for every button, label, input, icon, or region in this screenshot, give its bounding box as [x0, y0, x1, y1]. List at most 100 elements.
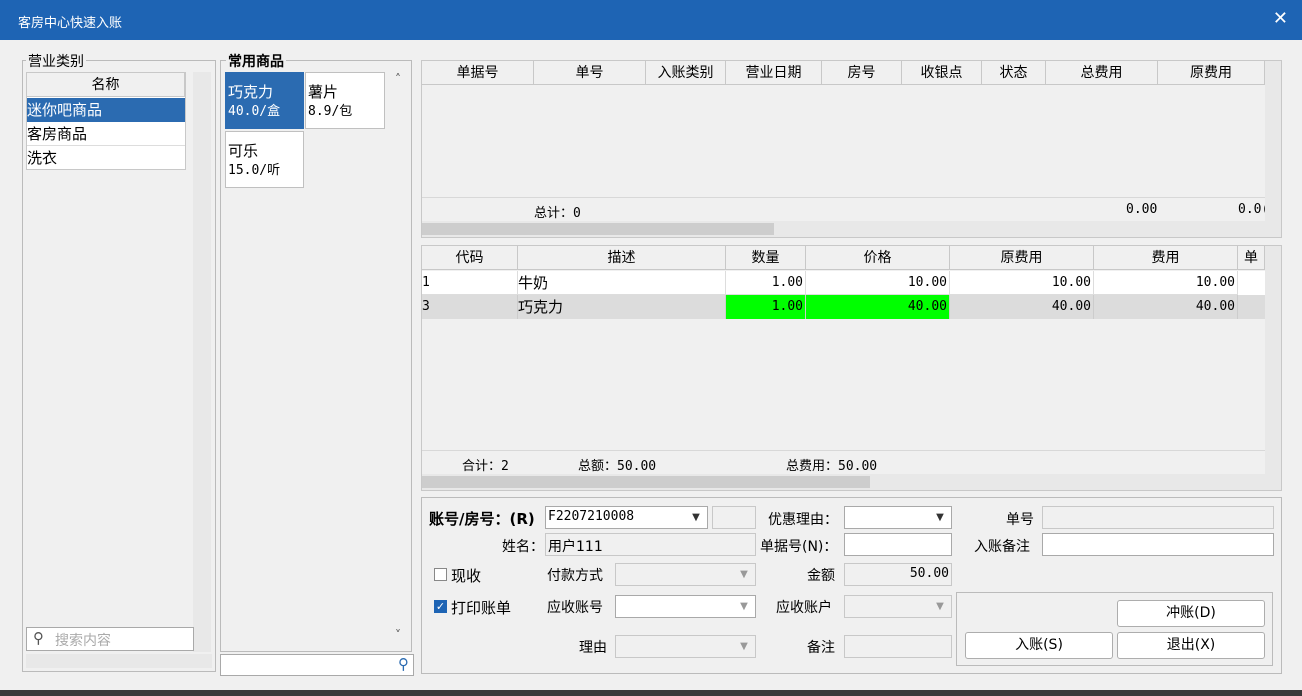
- remark-label: 入账备注: [974, 539, 1030, 555]
- items-hscrollbar[interactable]: [422, 474, 1281, 490]
- payment-select: ▼: [615, 563, 756, 586]
- note-field: [844, 635, 952, 658]
- bills-col-header[interactable]: 房号: [822, 61, 902, 85]
- name-value: 用户111: [548, 539, 603, 555]
- bills-col-header[interactable]: 单号: [534, 61, 646, 85]
- item-orig-fee: 10.00: [950, 271, 1094, 295]
- category-item-label: 洗衣: [27, 149, 58, 167]
- category-search-placeholder: 搜索内容: [55, 633, 111, 649]
- category-list: 名称 迷你吧商品 客房商品 洗衣: [26, 72, 186, 170]
- item-desc: 牛奶: [518, 271, 726, 295]
- bills-col-header[interactable]: 单据号: [422, 61, 534, 85]
- chevron-down-icon[interactable]: ▼: [931, 507, 949, 528]
- category-item[interactable]: 迷你吧商品: [27, 98, 185, 122]
- search-icon: ⚲: [33, 629, 44, 647]
- post-button[interactable]: 入账(S): [965, 632, 1113, 659]
- category-item[interactable]: 客房商品: [27, 122, 185, 146]
- exit-button[interactable]: 退出(X): [1117, 632, 1265, 659]
- category-search-input[interactable]: ⚲ 搜索内容: [26, 627, 194, 651]
- print-checkbox[interactable]: ✓: [434, 600, 447, 613]
- items-col-header[interactable]: 描述: [518, 246, 726, 270]
- bills-table: 单据号 单号 入账类别 营业日期 房号 收银点 状态 总费用 原费用 总计：0 …: [421, 60, 1282, 238]
- items-col-header[interactable]: 价格: [806, 246, 950, 270]
- chevron-down-icon[interactable]: ▼: [687, 507, 705, 528]
- items-amount: 总额：50.00: [578, 459, 657, 474]
- doc-no-field[interactable]: [844, 533, 952, 556]
- print-label: 打印账单: [451, 599, 512, 617]
- items-count: 合计：2: [462, 459, 509, 474]
- item-code: 1: [422, 271, 518, 295]
- cash-checkbox[interactable]: [434, 568, 447, 581]
- item-fee: 40.00: [1094, 295, 1238, 319]
- remark-field[interactable]: [1042, 533, 1274, 556]
- items-table: 代码 描述 数量 价格 原费用 费用 单 1 牛奶 1.00 10.00 10.…: [421, 245, 1282, 491]
- amount-label: 金额: [807, 568, 835, 584]
- close-icon[interactable]: ✕: [1273, 8, 1288, 29]
- products-search-input[interactable]: ⚲: [220, 654, 414, 676]
- search-icon[interactable]: ⚲: [398, 655, 409, 673]
- discount-select[interactable]: ▼: [844, 506, 952, 529]
- bills-col-header[interactable]: 原费用: [1158, 61, 1265, 85]
- bills-col-header[interactable]: 收银点: [902, 61, 982, 85]
- category-hscrollbar[interactable]: [26, 654, 212, 668]
- receivable-no-select[interactable]: ▼: [615, 595, 756, 618]
- note-label: 备注: [807, 640, 835, 656]
- item-qty[interactable]: 1.00: [726, 295, 806, 319]
- item-code: 3: [422, 295, 518, 319]
- items-col-header[interactable]: 费用: [1094, 246, 1238, 270]
- account-value: F2207210008: [548, 509, 635, 524]
- product-price: 40.0/盒: [228, 104, 281, 119]
- bills-col-header[interactable]: 入账类别: [646, 61, 726, 85]
- window-title: 客房中心快速入账: [18, 16, 123, 31]
- item-fee: 10.00: [1094, 271, 1238, 295]
- category-scrollbar[interactable]: [193, 72, 211, 652]
- bills-table-body: [422, 85, 1265, 197]
- scroll-down-icon[interactable]: ˅: [395, 628, 401, 642]
- item-price[interactable]: 40.00: [806, 295, 950, 319]
- table-row[interactable]: 1 牛奶 1.00 10.00 10.00 10.00: [422, 271, 1265, 295]
- product-tile[interactable]: 可乐 15.0/听: [225, 131, 304, 188]
- name-label: 姓名：: [502, 539, 544, 555]
- chevron-down-icon: ▼: [740, 641, 748, 652]
- receivable-no-label: 应收账号: [547, 600, 603, 616]
- category-item[interactable]: 洗衣: [27, 146, 185, 170]
- items-col-header[interactable]: 单: [1238, 246, 1265, 270]
- reverse-button[interactable]: 冲账(D): [1117, 600, 1265, 627]
- items-hscroll-thumb[interactable]: [422, 476, 870, 488]
- product-tile[interactable]: 巧克力 40.0/盒: [225, 72, 304, 129]
- bills-total-count: 总计：0: [534, 206, 581, 221]
- bills-hscroll-thumb[interactable]: [422, 223, 774, 235]
- chevron-down-icon: ▼: [740, 569, 748, 580]
- category-item-label: 迷你吧商品: [27, 101, 103, 119]
- items-vscrollbar[interactable]: [1265, 246, 1281, 474]
- product-name: 可乐: [228, 142, 259, 160]
- chevron-down-icon[interactable]: ▼: [735, 596, 753, 617]
- name-field: 用户111: [545, 533, 756, 556]
- account-label: 账号/房号：(R): [429, 510, 535, 528]
- table-row[interactable]: 3 巧克力 1.00 40.00 40.00 40.00: [422, 295, 1265, 319]
- item-price[interactable]: 10.00: [806, 271, 950, 295]
- product-tile[interactable]: 薯片 8.9/包: [305, 72, 385, 129]
- bills-col-header[interactable]: 营业日期: [726, 61, 822, 85]
- item-qty[interactable]: 1.00: [726, 271, 806, 295]
- category-item-label: 客房商品: [27, 125, 88, 143]
- bills-vscrollbar[interactable]: [1265, 61, 1281, 221]
- product-price: 15.0/听: [228, 163, 281, 178]
- items-col-header[interactable]: 数量: [726, 246, 806, 270]
- bill-no-label: 单号: [1006, 512, 1034, 528]
- item-desc: 巧克力: [518, 295, 726, 319]
- category-column-header[interactable]: 名称: [27, 73, 185, 97]
- payment-label: 付款方式: [547, 568, 603, 584]
- scroll-up-icon[interactable]: ˄: [395, 72, 401, 86]
- product-name: 薯片: [308, 83, 339, 101]
- category-panel-title: 营业类别: [26, 51, 86, 71]
- bills-hscrollbar[interactable]: [422, 221, 1281, 237]
- items-col-header[interactable]: 原费用: [950, 246, 1094, 270]
- taskbar-strip: [0, 690, 1302, 696]
- account-select[interactable]: F2207210008 ▼: [545, 506, 708, 529]
- bills-total-fee: 0.00: [1126, 202, 1158, 217]
- bills-col-header[interactable]: 状态: [982, 61, 1046, 85]
- bills-footer: 总计：0 0.00 0.0(: [422, 197, 1269, 221]
- bills-col-header[interactable]: 总费用: [1046, 61, 1158, 85]
- items-col-header[interactable]: 代码: [422, 246, 518, 270]
